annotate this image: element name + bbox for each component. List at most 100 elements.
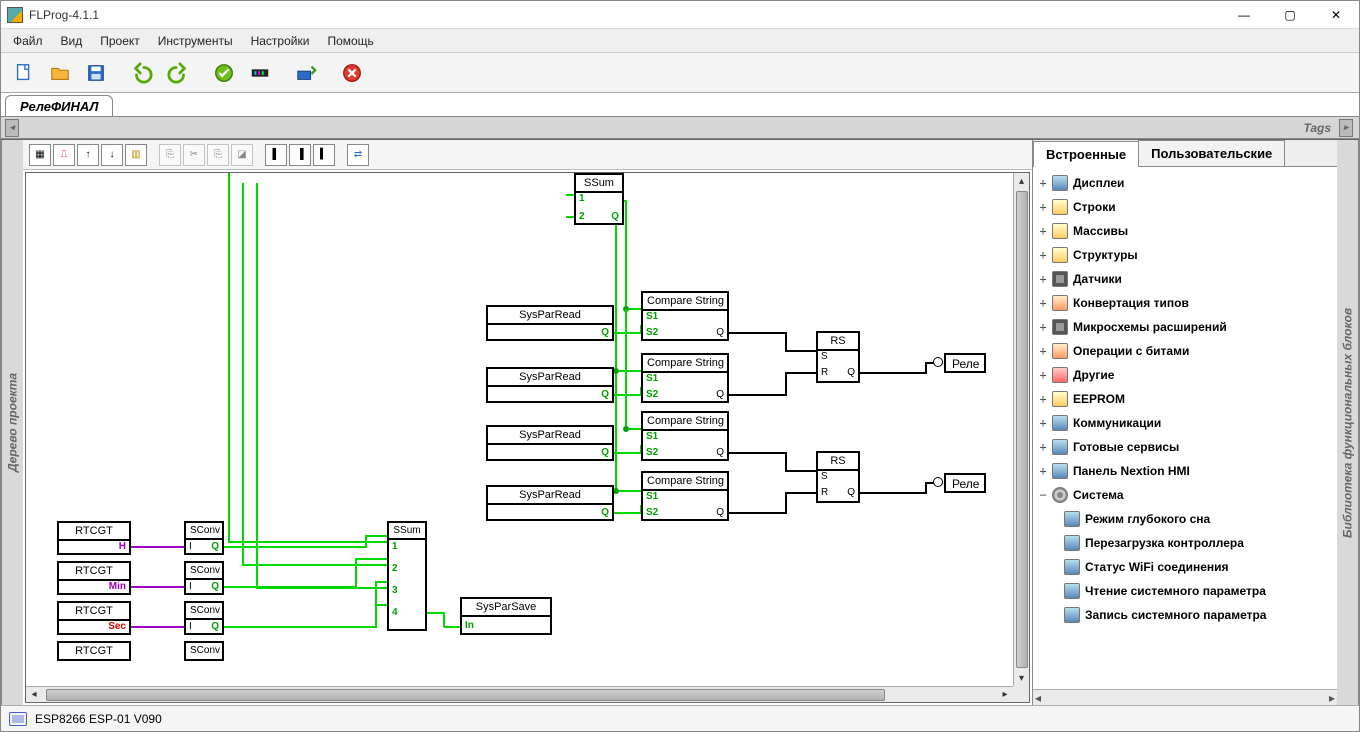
block-rs-2[interactable]: RS S R Q [816, 451, 860, 503]
document-tabs: РелеФИНАЛ [1, 93, 1359, 117]
window-title: FLProg-4.1.1 [29, 8, 99, 22]
app-window: FLProg-4.1.1 — ▢ ✕ Файл Вид Проект Инстр… [0, 0, 1360, 732]
block-rele-1[interactable]: Реле [944, 353, 986, 373]
block-title: SConv [186, 643, 222, 658]
tree-child: Перезагрузка контроллера [1035, 531, 1335, 555]
block-sconv-4[interactable]: SConv [184, 641, 224, 661]
canvas-tool-copy[interactable]: ⎘ [159, 144, 181, 166]
menu-settings[interactable]: Настройки [243, 32, 318, 50]
menu-help[interactable]: Помощь [319, 32, 381, 50]
menu-project[interactable]: Проект [92, 32, 148, 50]
tree-child: Запись системного параметра [1035, 603, 1335, 627]
menu-tools[interactable]: Инструменты [150, 32, 241, 50]
canvas-tool-cut[interactable]: ✂ [183, 144, 205, 166]
library-hscroll[interactable]: ◂▸ [1033, 689, 1337, 705]
tree-item: +Дисплеи [1035, 171, 1335, 195]
undo-button[interactable] [125, 57, 159, 89]
new-file-button[interactable] [7, 57, 41, 89]
canvas-tool-paste[interactable]: ⎘ [207, 144, 229, 166]
block-sconv-2[interactable]: SConv I Q [184, 561, 224, 595]
block-title: SysParRead [488, 487, 612, 505]
project-tree-collapsed[interactable]: Дерево проекта [1, 140, 23, 705]
block-sysparread-2[interactable]: SysParRead Q [486, 367, 614, 403]
library-tree[interactable]: +Дисплеи +Строки +Массивы +Структуры +Да… [1033, 167, 1337, 689]
subbar-handle-left[interactable]: ◂ [5, 119, 19, 137]
canvas-tool-up[interactable]: ↑ [77, 144, 99, 166]
tab-document[interactable]: РелеФИНАЛ [5, 95, 113, 116]
library-tabs: Встроенные Пользовательские [1033, 140, 1337, 167]
close-button[interactable]: ✕ [1313, 1, 1359, 28]
block-title: SysParRead [488, 307, 612, 325]
canvas-tool-down[interactable]: ↓ [101, 144, 123, 166]
block-compare-2[interactable]: Compare String S1 S2 Q [641, 353, 729, 403]
tree-item-system: −Система [1035, 483, 1335, 507]
canvas-tool-network[interactable]: ⇄ [347, 144, 369, 166]
menu-view[interactable]: Вид [53, 32, 91, 50]
block-compare-1[interactable]: Compare String S1 S2 Q [641, 291, 729, 341]
check-button[interactable] [207, 57, 241, 89]
block-title: Compare String [643, 293, 727, 311]
block-ssum-top[interactable]: SSum 1 2 Q [574, 173, 624, 225]
diagram[interactable]: SSum 1 2 Q SysParRead Q SysParRead Q [26, 173, 1013, 686]
stop-button[interactable] [335, 57, 369, 89]
save-button[interactable] [79, 57, 113, 89]
block-compare-3[interactable]: Compare String S1 S2 Q [641, 411, 729, 461]
block-library-collapsed[interactable]: Библиотека функциональных блоков [1337, 140, 1359, 705]
block-sconv-3[interactable]: SConv I Q [184, 601, 224, 635]
lib-tab-builtin[interactable]: Встроенные [1033, 141, 1139, 167]
open-file-button[interactable] [43, 57, 77, 89]
tree-item: +Конвертация типов [1035, 291, 1335, 315]
block-title: SConv [186, 523, 222, 540]
block-title: SConv [186, 563, 222, 580]
maximize-button[interactable]: ▢ [1267, 1, 1313, 28]
canvas-tool-5[interactable]: ▥ [125, 144, 147, 166]
tree-item: +Готовые сервисы [1035, 435, 1335, 459]
tree-child: Режим глубокого сна [1035, 507, 1335, 531]
canvas-tool-2[interactable]: ⎍ [53, 144, 75, 166]
block-rele-2[interactable]: Реле [944, 473, 986, 493]
tree-item: +Строки [1035, 195, 1335, 219]
block-rtcgt-1[interactable]: RTCGT H [57, 521, 131, 555]
tags-label: Tags [1303, 121, 1331, 135]
canvas-toolbar: ▦ ⎍ ↑ ↓ ▥ ⎘ ✂ ⎘ ◪ ▌ ▐ ▍ ⇄ [23, 140, 1032, 170]
canvas-tool-12[interactable]: ▍ [313, 144, 335, 166]
lib-tab-user[interactable]: Пользовательские [1138, 140, 1285, 166]
block-rtcgt-3[interactable]: RTCGT Sec [57, 601, 131, 635]
tree-item: +Микросхемы расширений [1035, 315, 1335, 339]
titlebar: FLProg-4.1.1 — ▢ ✕ [1, 1, 1359, 29]
canvas-tool-1[interactable]: ▦ [29, 144, 51, 166]
canvas-vscroll[interactable]: ▴▾ [1013, 173, 1029, 686]
tree-item: +EEPROM [1035, 387, 1335, 411]
block-title: RTCGT [59, 563, 129, 581]
tree-child: Статус WiFi соединения [1035, 555, 1335, 579]
center-area: ▦ ⎍ ↑ ↓ ▥ ⎘ ✂ ⎘ ◪ ▌ ▐ ▍ ⇄ [23, 140, 1032, 705]
block-sysparread-4[interactable]: SysParRead Q [486, 485, 614, 521]
block-sysparread-3[interactable]: SysParRead Q [486, 425, 614, 461]
rele-2-invert [933, 477, 943, 487]
block-title: SysParRead [488, 369, 612, 387]
canvas[interactable]: SSum 1 2 Q SysParRead Q SysParRead Q [25, 172, 1030, 703]
block-sysparsave[interactable]: SysParSave In [460, 597, 552, 635]
upload-button[interactable] [289, 57, 323, 89]
app-icon [7, 7, 23, 23]
compile-button[interactable] [243, 57, 277, 89]
canvas-tool-10[interactable]: ▌ [265, 144, 287, 166]
canvas-tool-9[interactable]: ◪ [231, 144, 253, 166]
block-sysparread-1[interactable]: SysParRead Q [486, 305, 614, 341]
subbar-handle-right[interactable]: ▸ [1339, 119, 1353, 137]
block-ssum-bottom[interactable]: SSum 1 2 3 4 [387, 521, 427, 631]
redo-button[interactable] [161, 57, 195, 89]
menu-file[interactable]: Файл [5, 32, 51, 50]
block-title: RTCGT [59, 523, 129, 541]
block-title: Compare String [643, 355, 727, 373]
minimize-button[interactable]: — [1221, 1, 1267, 28]
block-title: SSum [576, 175, 622, 193]
block-rs-1[interactable]: RS S R Q [816, 331, 860, 383]
block-compare-4[interactable]: Compare String S1 S2 Q [641, 471, 729, 521]
block-rtcgt-2[interactable]: RTCGT Min [57, 561, 131, 595]
canvas-tool-11[interactable]: ▐ [289, 144, 311, 166]
block-rtcgt-4[interactable]: RTCGT [57, 641, 131, 661]
tree-item: +Датчики [1035, 267, 1335, 291]
canvas-hscroll[interactable]: ◂▸ [26, 686, 1013, 702]
block-sconv-1[interactable]: SConv I Q [184, 521, 224, 555]
